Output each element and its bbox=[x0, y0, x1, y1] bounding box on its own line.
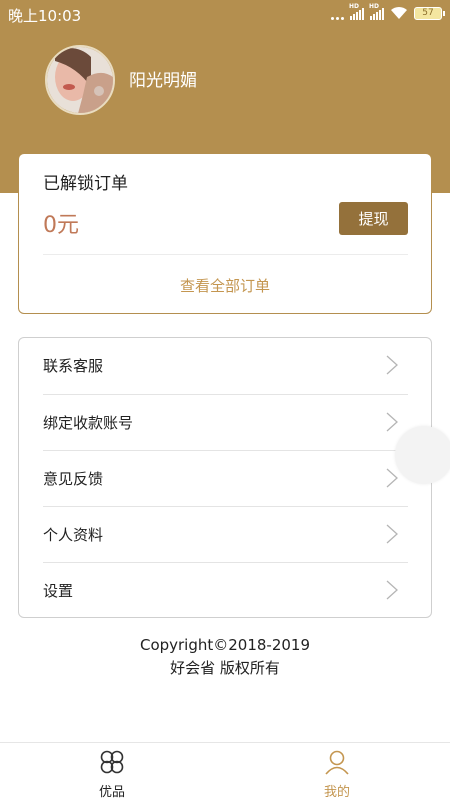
floating-assist-button[interactable] bbox=[395, 426, 450, 484]
status-bar: 晚上10:03 HD HD 57 bbox=[0, 0, 450, 30]
menu-item-contact-service[interactable]: 联系客服 bbox=[43, 338, 408, 394]
bottom-tab-bar: 优品 我的 bbox=[0, 742, 450, 800]
avatar[interactable] bbox=[45, 45, 115, 115]
order-amount: 0元 bbox=[43, 213, 79, 238]
menu-item-label: 设置 bbox=[43, 582, 74, 600]
view-all-orders-link[interactable]: 查看全部订单 bbox=[19, 275, 431, 296]
tab-mine[interactable]: 我的 bbox=[307, 749, 367, 800]
menu-item-profile[interactable]: 个人资料 bbox=[43, 506, 408, 562]
withdraw-button[interactable]: 提现 bbox=[339, 202, 408, 235]
battery-icon: 57 bbox=[414, 6, 445, 20]
order-card: 已解锁订单 0元 提现 查看全部订单 bbox=[18, 153, 432, 314]
wifi-icon bbox=[391, 6, 407, 19]
copyright-owner: 好会省 版权所有 bbox=[170, 659, 280, 677]
tab-label: 优品 bbox=[98, 785, 125, 800]
tab-products[interactable]: 优品 bbox=[82, 749, 142, 800]
tab-label: 我的 bbox=[323, 785, 350, 800]
order-card-title: 已解锁订单 bbox=[43, 174, 128, 194]
signal-icon: HD bbox=[349, 3, 364, 20]
settings-menu: 联系客服 绑定收款账号 意见反馈 个人资料 设置 bbox=[18, 337, 432, 618]
menu-item-feedback[interactable]: 意见反馈 bbox=[43, 450, 408, 506]
menu-item-label: 意见反馈 bbox=[43, 470, 104, 488]
username: 阳光明媚 bbox=[129, 71, 197, 91]
divider bbox=[43, 254, 408, 255]
chevron-right-icon bbox=[386, 524, 398, 544]
copyright-line: Copyright©2018-2019 bbox=[139, 636, 311, 654]
user-icon bbox=[325, 750, 349, 775]
menu-item-label: 联系客服 bbox=[43, 357, 104, 375]
menu-item-bind-account[interactable]: 绑定收款账号 bbox=[43, 394, 408, 450]
menu-item-label: 绑定收款账号 bbox=[43, 414, 134, 432]
chevron-right-icon bbox=[386, 412, 398, 432]
more-dots-icon bbox=[331, 6, 344, 20]
chevron-right-icon bbox=[386, 468, 398, 488]
chevron-right-icon bbox=[386, 355, 398, 375]
status-icons: HD HD 57 bbox=[331, 3, 445, 20]
status-time: 晚上10:03 bbox=[8, 7, 82, 25]
battery-level: 57 bbox=[422, 7, 434, 18]
clover-icon bbox=[100, 750, 124, 774]
chevron-right-icon bbox=[386, 580, 398, 600]
menu-item-settings[interactable]: 设置 bbox=[43, 562, 408, 618]
menu-item-label: 个人资料 bbox=[43, 526, 104, 544]
signal-icon-2: HD bbox=[369, 3, 384, 20]
